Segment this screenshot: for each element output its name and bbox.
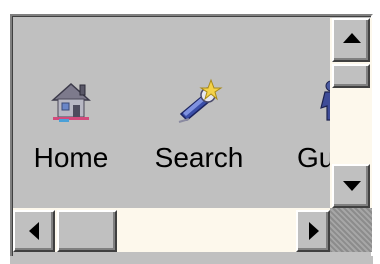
horizontal-scroll-thumb[interactable] bbox=[57, 210, 117, 252]
scroll-left-button[interactable] bbox=[13, 210, 55, 252]
arrow-up-icon bbox=[343, 33, 361, 43]
vertical-scrollbar[interactable] bbox=[330, 18, 372, 208]
home-label: Home bbox=[33, 142, 109, 173]
toolbar-pane: Home Search Gu bbox=[13, 18, 330, 208]
arrow-right-icon bbox=[309, 222, 319, 240]
arrow-down-icon bbox=[343, 181, 361, 191]
guide-label: Gu bbox=[297, 142, 330, 173]
status-bar-edge bbox=[10, 256, 373, 264]
horizontal-scrollbar[interactable] bbox=[13, 208, 330, 252]
home-icon bbox=[51, 82, 91, 122]
scroll-down-button[interactable] bbox=[332, 164, 370, 208]
arrow-left-icon bbox=[29, 222, 39, 240]
search-icon bbox=[178, 78, 223, 123]
search-label: Search bbox=[154, 142, 244, 173]
scroll-right-button[interactable] bbox=[296, 210, 330, 252]
search-button[interactable]: Search bbox=[151, 70, 247, 173]
home-button[interactable]: Home bbox=[23, 70, 119, 173]
guide-button[interactable]: Gu bbox=[291, 70, 330, 173]
guide-icon bbox=[320, 80, 330, 121]
vertical-scroll-thumb[interactable] bbox=[332, 64, 370, 88]
scroll-up-button[interactable] bbox=[332, 18, 370, 62]
resize-grip[interactable] bbox=[330, 208, 372, 252]
